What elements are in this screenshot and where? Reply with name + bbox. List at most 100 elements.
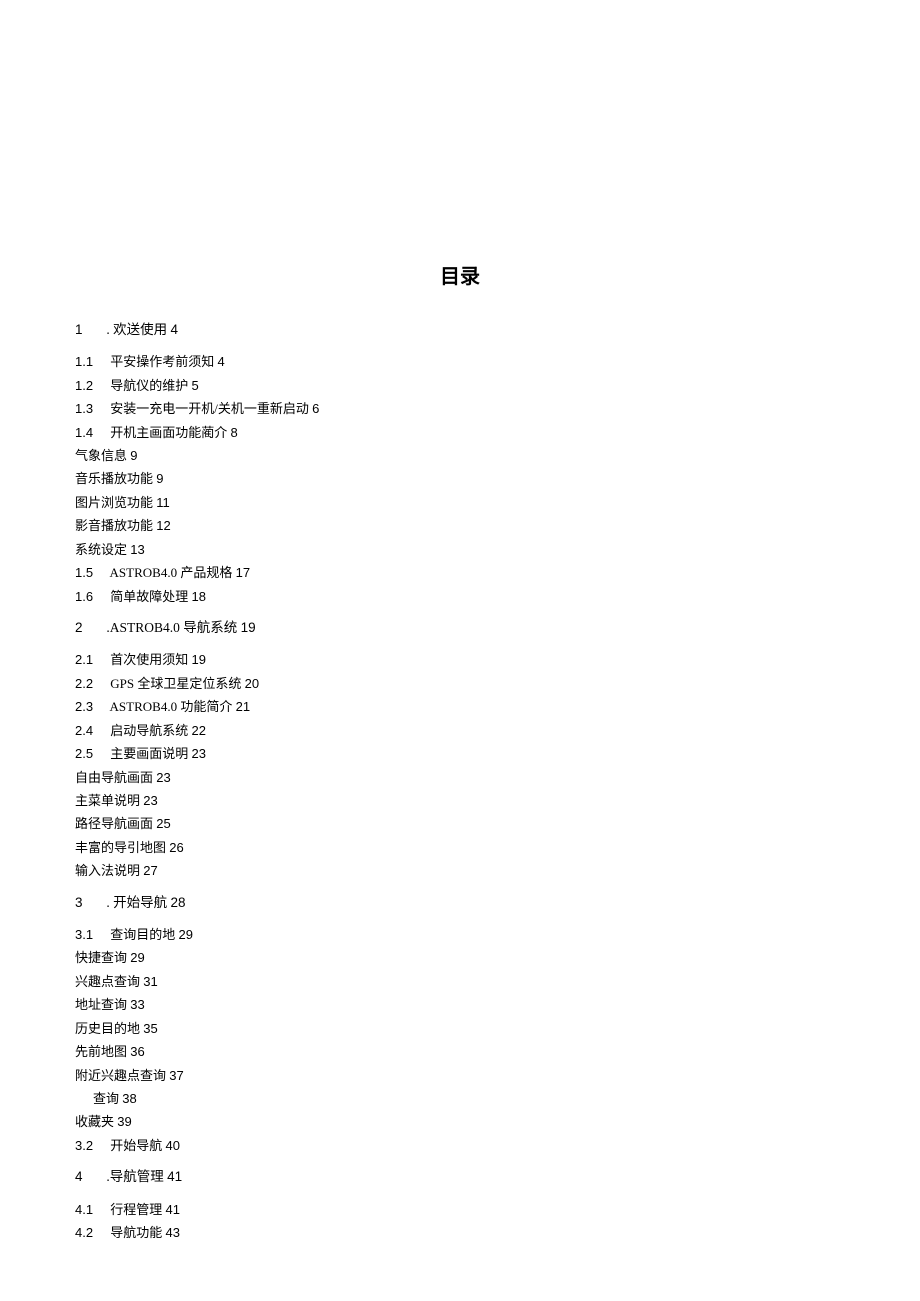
toc-entry-text: 兴趣点查询: [75, 974, 140, 989]
toc-entry-number: 1.3: [75, 398, 107, 419]
toc-entry-page: 28: [171, 895, 186, 910]
toc-entry: 先前地图 36: [75, 1041, 845, 1062]
toc-entry-page: 9: [130, 448, 137, 463]
toc-entry-text: 附近兴趣点查询: [75, 1068, 166, 1083]
toc-entry-page: 23: [192, 746, 206, 761]
toc-entry-text: 平安操作考前须知: [110, 354, 214, 369]
toc-entry: 地址查询 33: [75, 994, 845, 1015]
toc-entry-page: 19: [192, 652, 206, 667]
toc-entry: 3 . 开始导航 28: [75, 892, 845, 914]
toc-entry-page: 17: [236, 565, 250, 580]
toc-entry: 3.2 开始导航 40: [75, 1135, 845, 1156]
toc-entry: 查询 38: [75, 1088, 845, 1109]
toc-entry-text: GPS 全球卫星定位系统: [110, 676, 241, 691]
toc-entry: 4 .导航管理 41: [75, 1166, 845, 1188]
toc-entry-number: 2.3: [75, 696, 107, 717]
toc-entry: 1.4 开机主画面功能蔺介 8: [75, 422, 845, 443]
toc-entry-page: 22: [192, 723, 206, 738]
toc-entry: 2.2 GPS 全球卫星定位系统 20: [75, 673, 845, 694]
toc-entry-page: 41: [166, 1202, 180, 1217]
toc-entry: 影音播放功能 12: [75, 515, 845, 536]
toc-entry-text: 查询目的地: [110, 927, 175, 942]
toc-entry-page: 41: [167, 1169, 182, 1184]
toc-entry: 1.1 平安操作考前须知 4: [75, 351, 845, 372]
toc-entry-text: 行程管理: [110, 1202, 162, 1217]
toc-entry-text: 导航管理: [110, 1169, 164, 1184]
toc-entry: 快捷查询 29: [75, 947, 845, 968]
toc-entry-number: 2.4: [75, 720, 107, 741]
toc-entry-text: ASTROB4.0 功能简介: [110, 699, 233, 714]
toc-entry: 路径导航画面 25: [75, 813, 845, 834]
toc-entry-page: 4: [218, 354, 225, 369]
toc-entry-number: 1.6: [75, 586, 107, 607]
toc-entry-page: 11: [156, 495, 170, 510]
toc-entry-number: 1: [75, 319, 103, 341]
toc-entry: 气象信息 9: [75, 445, 845, 466]
toc-entry-separator: .: [103, 322, 113, 337]
toc-entry-page: 18: [192, 589, 206, 604]
toc-entry: 2.1 首次使用须知 19: [75, 649, 845, 670]
toc-entry-number: 2.5: [75, 743, 107, 764]
toc-entry-text: 简单故障处理: [110, 589, 188, 604]
toc-entry-text: 图片浏览功能: [75, 495, 153, 510]
toc-entry-text: ASTROB4.0 导航系统: [110, 620, 238, 635]
toc-entry-page: 19: [241, 620, 256, 635]
toc-entry-separator: .: [103, 620, 110, 635]
toc-entry-page: 9: [156, 471, 163, 486]
toc-entry-number: 2.2: [75, 673, 107, 694]
toc-entry: 附近兴趣点查询 37: [75, 1065, 845, 1086]
toc-entry-page: 43: [166, 1225, 180, 1240]
toc-entry-page: 37: [169, 1068, 183, 1083]
toc-entry: 2 .ASTROB4.0 导航系统 19: [75, 617, 845, 639]
toc-entry-text: 先前地图: [75, 1044, 127, 1059]
toc-entry-number: 4.1: [75, 1199, 107, 1220]
toc-entry-page: 39: [117, 1114, 131, 1129]
toc-entry-page: 36: [130, 1044, 144, 1059]
toc-entry: 4.1 行程管理 41: [75, 1199, 845, 1220]
toc-entry-text: 丰富的导引地图: [75, 840, 166, 855]
toc-entry-number: 3: [75, 892, 103, 914]
toc-entry-number: 1.5: [75, 562, 107, 583]
toc-entry: 自由导航画面 23: [75, 767, 845, 788]
toc-entry: 收藏夹 39: [75, 1111, 845, 1132]
toc-entry-separator: .: [103, 895, 113, 910]
toc-list: 1 . 欢送使用 41.1 平安操作考前须知 41.2 导航仪的维护 51.3 …: [75, 319, 845, 1244]
toc-entry: 1.3 安装一充电一开机/关机一重新启动 6: [75, 398, 845, 419]
toc-entry-number: 1.4: [75, 422, 107, 443]
toc-entry-text: 气象信息: [75, 448, 127, 463]
toc-entry-page: 21: [236, 699, 250, 714]
toc-entry: 1.6 简单故障处理 18: [75, 586, 845, 607]
toc-entry-text: 音乐播放功能: [75, 471, 153, 486]
toc-entry-text: 主菜单说明: [75, 793, 140, 808]
toc-entry-page: 31: [143, 974, 157, 989]
toc-entry-page: 26: [169, 840, 183, 855]
toc-entry-page: 8: [231, 425, 238, 440]
toc-entry-text: 输入法说明: [75, 863, 140, 878]
toc-entry-text: 地址查询: [75, 997, 127, 1012]
toc-entry-page: 20: [245, 676, 259, 691]
toc-entry: 输入法说明 27: [75, 860, 845, 881]
toc-entry: 1 . 欢送使用 4: [75, 319, 845, 341]
toc-entry-text: 首次使用须知: [110, 652, 188, 667]
toc-entry-text: 自由导航画面: [75, 770, 153, 785]
toc-entry-text: 开始导航: [113, 895, 167, 910]
toc-entry-text: 导航仪的维护: [110, 378, 188, 393]
toc-title: 目录: [75, 260, 845, 289]
toc-entry-text: 开始导航: [110, 1138, 162, 1153]
toc-entry: 图片浏览功能 11: [75, 492, 845, 513]
toc-entry-page: 5: [192, 378, 199, 393]
toc-entry-page: 38: [122, 1091, 136, 1106]
toc-entry-number: 2: [75, 617, 103, 639]
toc-entry-number: 4: [75, 1166, 103, 1188]
toc-entry: 历史目的地 35: [75, 1018, 845, 1039]
toc-entry-text: 影音播放功能: [75, 518, 153, 533]
toc-entry: 1.2 导航仪的维护 5: [75, 375, 845, 396]
toc-entry-page: 40: [166, 1138, 180, 1153]
toc-entry: 系统设定 13: [75, 539, 845, 560]
toc-entry-text: 启动导航系统: [110, 723, 188, 738]
toc-entry-page: 13: [130, 542, 144, 557]
toc-entry-page: 29: [130, 950, 144, 965]
toc-entry-text: 主要画面说明: [110, 746, 188, 761]
toc-entry-text: 开机主画面功能蔺介: [110, 425, 227, 440]
toc-entry-text: 导航功能: [110, 1225, 162, 1240]
